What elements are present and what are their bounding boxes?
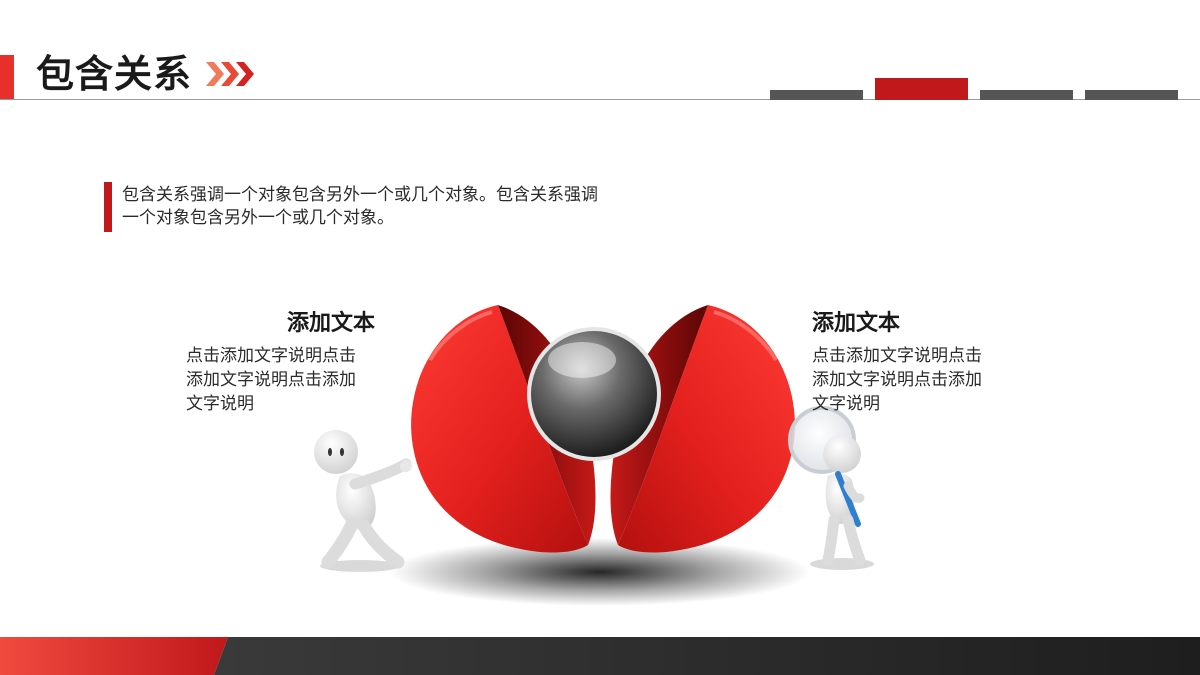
left-block-line-1: 点击添加文字说明点击 xyxy=(186,346,356,366)
footer-red-segment xyxy=(0,637,228,675)
footer-band xyxy=(0,637,1200,675)
left-block-line-3: 文字说明 xyxy=(186,394,254,414)
footer-dark-segment xyxy=(214,637,1200,675)
right-block-line-2: 添加文字说明点击添加 xyxy=(812,370,982,390)
slide: 包含关系 包含关系强调一个对象包含另外一个或几个对象。包含关系强调 一个对象包含… xyxy=(0,0,1200,675)
left-block-line-2: 添加文字说明点击添加 xyxy=(186,370,356,390)
floor-shadow xyxy=(390,538,810,606)
right-block-body: 点击添加文字说明点击 添加文字说明点击添加 文字说明 xyxy=(812,344,1022,416)
pushing-stick-figure xyxy=(314,430,412,572)
left-block-body: 点击添加文字说明点击 添加文字说明点击添加 文字说明 xyxy=(186,344,396,416)
inner-gray-ball xyxy=(527,327,661,461)
containment-illustration xyxy=(314,305,874,606)
right-block-title: 添加文本 xyxy=(812,311,901,336)
magnifying-glass-stick-figure xyxy=(788,406,874,570)
left-block-title: 添加文本 xyxy=(287,311,376,336)
right-block-line-1: 点击添加文字说明点击 xyxy=(812,346,982,366)
right-block-line-3: 文字说明 xyxy=(812,394,880,414)
